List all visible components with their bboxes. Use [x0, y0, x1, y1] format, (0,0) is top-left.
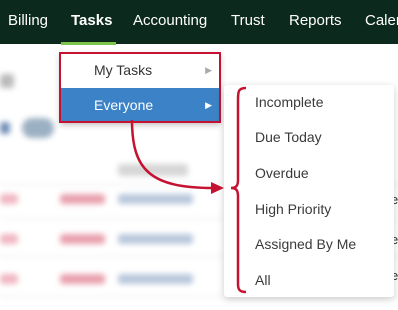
annotation-brace — [230, 86, 247, 294]
annotation-overlay — [130, 86, 247, 294]
arrowhead-icon — [211, 182, 224, 194]
annotation-arrow — [130, 119, 215, 190]
